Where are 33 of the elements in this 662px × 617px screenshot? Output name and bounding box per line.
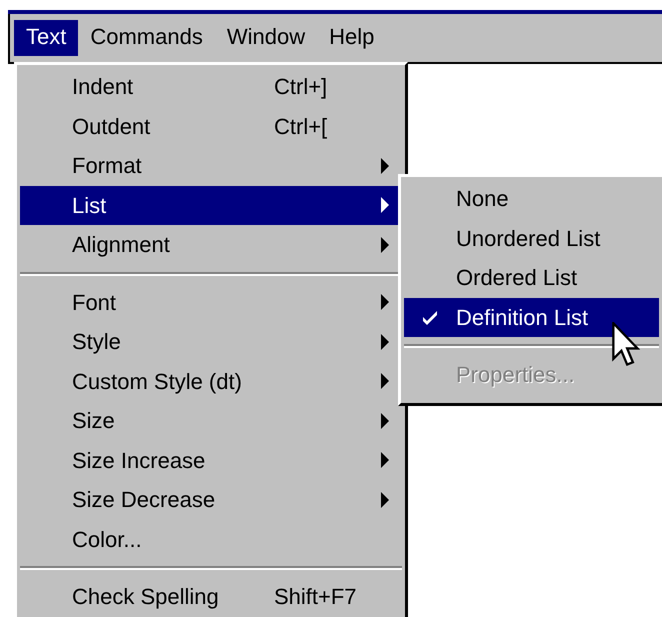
menu-item[interactable]: Format (20, 146, 402, 186)
menu-item[interactable]: Ordered List (404, 258, 659, 298)
submenu-arrow-icon (380, 197, 390, 214)
menu-item[interactable]: Size Increase (20, 440, 402, 480)
cursor-icon (612, 322, 640, 368)
shortcut-text: Shift+F7 (274, 583, 357, 612)
menu-bar-item[interactable]: Text (14, 20, 78, 56)
menu-bar-item[interactable]: Help (317, 20, 386, 56)
menu-item[interactable]: Color... (20, 520, 402, 559)
menu-item[interactable]: Definition List (404, 298, 659, 337)
menu-item[interactable]: Style (20, 322, 402, 362)
submenu-arrow-icon (380, 294, 390, 310)
submenu-arrow-icon (380, 158, 390, 174)
menu-item[interactable]: Font (20, 282, 402, 322)
submenu-arrow-icon (380, 236, 390, 253)
menu-item[interactable]: Size (20, 401, 402, 440)
submenu-arrow-icon (380, 452, 390, 468)
shortcut-text: Ctrl+[ (274, 112, 328, 141)
submenu-arrow-icon (380, 334, 390, 350)
menu-bar-item[interactable]: Commands (78, 20, 215, 56)
menu-item[interactable]: Size Decrease (20, 480, 402, 520)
menu-item[interactable]: Custom Style (dt) (20, 362, 402, 401)
menu-item[interactable]: Check Spelling Shift+F7 (20, 577, 402, 616)
submenu-arrow-icon (380, 492, 390, 508)
menu-item[interactable]: Alignment (20, 225, 402, 264)
submenu-arrow-icon (380, 373, 390, 390)
submenu-arrow-icon (380, 412, 390, 429)
menu-item[interactable]: Unordered List (404, 218, 659, 258)
shortcut-text: Ctrl+] (274, 73, 328, 102)
menu-bar-item[interactable]: Window (214, 20, 318, 56)
menu-item[interactable]: None (404, 179, 659, 218)
menu-item[interactable]: Indent Ctrl+] (20, 67, 402, 106)
menu-item[interactable]: Outdent Ctrl+[ (20, 106, 402, 146)
